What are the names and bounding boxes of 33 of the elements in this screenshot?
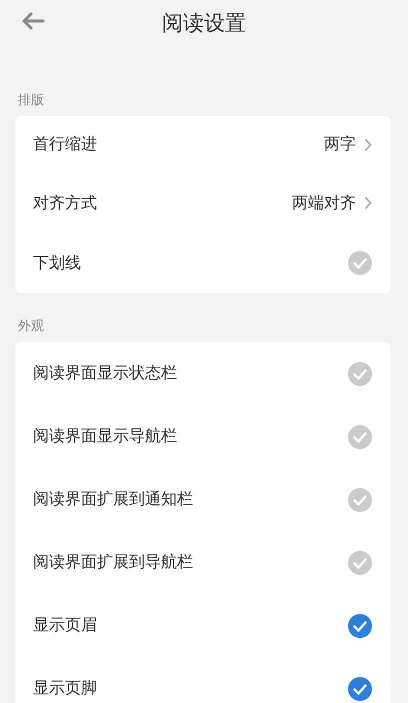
row-label: 阅读界面显示导航栏 <box>33 426 178 447</box>
back-icon[interactable] <box>21 12 45 30</box>
section-label: 排版 <box>18 93 44 109</box>
chevron-icon <box>364 138 372 152</box>
row-label: 显示页脚 <box>33 678 98 699</box>
checkbox[interactable] <box>348 614 372 638</box>
row-label: 显示页眉 <box>33 615 98 636</box>
row-label: 对齐方式 <box>33 192 98 214</box>
checkbox[interactable] <box>348 251 372 275</box>
settings-row[interactable]: 阅读界面显示状态栏 <box>15 342 391 405</box>
row-label: 首行缩进 <box>33 134 98 155</box>
checkbox[interactable] <box>348 676 372 700</box>
row-label: 阅读界面扩展到通知栏 <box>33 489 194 510</box>
settings-row[interactable]: 显示页脚 <box>15 657 391 703</box>
row-label: 阅读界面扩展到导航栏 <box>33 552 194 573</box>
chevron-icon <box>364 196 372 210</box>
row-label: 下划线 <box>33 252 82 274</box>
settings-row[interactable]: 阅读界面显示导航栏 <box>15 405 391 468</box>
settings-row[interactable]: 下划线 <box>15 233 391 293</box>
settings-row[interactable]: 阅读界面扩展到通知栏 <box>15 468 391 531</box>
settings-row[interactable]: 对齐方式 两端对齐 <box>15 173 391 233</box>
checkbox[interactable] <box>348 488 372 512</box>
checkbox[interactable] <box>348 424 372 448</box>
row-label: 阅读界面显示状态栏 <box>33 363 178 384</box>
checkbox[interactable] <box>348 362 372 386</box>
row-value: 两端对齐 <box>292 192 356 214</box>
checkbox[interactable] <box>348 550 372 574</box>
row-value: 两字 <box>324 134 356 155</box>
settings-row[interactable]: 阅读界面扩展到导航栏 <box>15 531 391 594</box>
section-label: 外观 <box>18 319 44 335</box>
settings-row[interactable]: 首行缩进 两字 <box>15 116 391 173</box>
settings-row[interactable]: 显示页眉 <box>15 594 391 657</box>
page-title: 阅读设置 <box>162 10 246 37</box>
